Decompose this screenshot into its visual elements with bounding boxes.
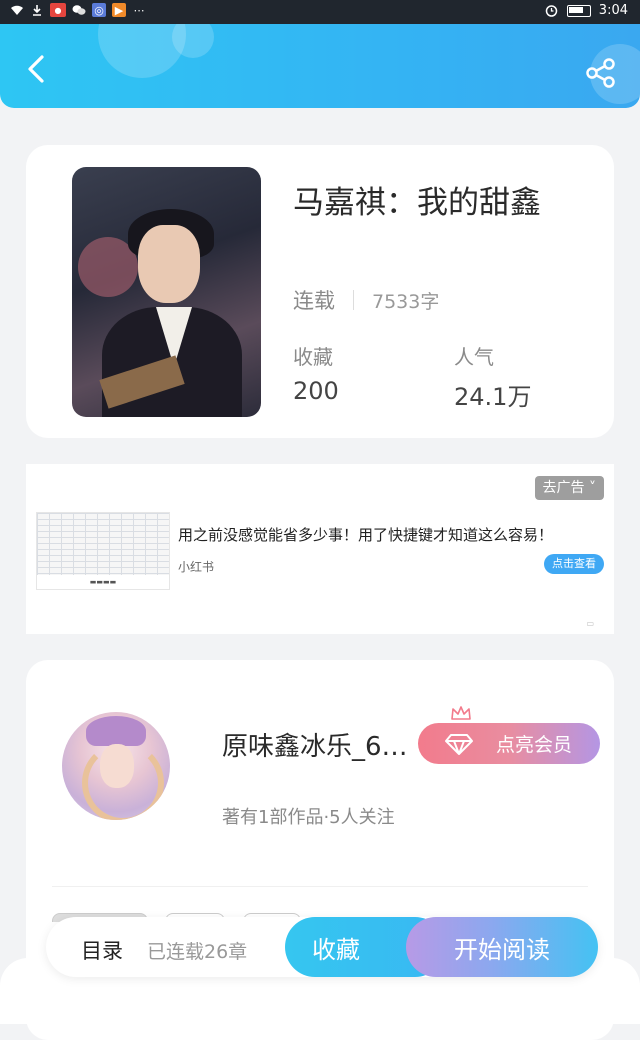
toc-button[interactable]: 目录 — [81, 935, 123, 965]
remove-ad-button[interactable]: 去广告 ˅ — [534, 476, 604, 500]
author-meta: 著有1部作品·5人关注 — [222, 807, 395, 828]
start-reading-label: 开始阅读 — [454, 935, 550, 964]
favorites-label: 收藏 — [293, 345, 333, 369]
spreadsheet-image — [37, 513, 169, 575]
ad-source: 小红书 — [178, 560, 215, 574]
chevron-down-icon: ˅ — [589, 480, 596, 496]
vip-button-label: 点亮会员 — [495, 734, 572, 756]
cover-art-face — [138, 225, 200, 303]
thumbnail-caption-decoration: ▬▬▬▬ — [37, 575, 169, 589]
book-info-card: 马嘉祺：我的甜鑫 连载 7533字 收藏 200 人气 24.1万 — [26, 145, 614, 438]
book-status-row: 连载 7533字 — [293, 285, 439, 315]
bottom-action-bar: 目录 已连载26章 收藏 开始阅读 — [46, 917, 598, 977]
share-button[interactable] — [584, 56, 618, 90]
ad-view-button[interactable]: 点击查看 — [544, 554, 604, 574]
remove-ad-label: 去广告 — [542, 480, 585, 496]
status-bar: ● ◎ ▶ ⋯ 3:04 — [0, 0, 640, 24]
reader-app-icon: ▶ — [112, 3, 126, 17]
news-app-icon: ● — [50, 3, 66, 17]
ad-thumbnail[interactable]: ▬▬▬▬ — [36, 512, 170, 590]
author-avatar[interactable] — [62, 712, 170, 820]
alarm-icon — [545, 4, 559, 18]
status-icons-left: ● ◎ ▶ ⋯ — [10, 3, 146, 17]
chapter-count: 已连载26章 — [147, 941, 248, 963]
more-notifications-icon: ⋯ — [133, 3, 145, 17]
status-time: 3:04 — [598, 3, 628, 18]
battery-icon — [566, 4, 591, 17]
popularity-label: 人气 — [454, 345, 494, 369]
header-bubble-decoration — [172, 24, 214, 58]
status-icons-right: 3:04 — [545, 3, 628, 18]
wechat-icon — [72, 3, 86, 17]
wifi-icon — [10, 3, 24, 17]
popularity-count: 24.1万 — [454, 383, 532, 411]
download-icon — [30, 3, 44, 17]
share-icon — [586, 58, 615, 88]
start-reading-button[interactable]: 开始阅读 — [406, 917, 598, 977]
avatar-art-face — [100, 744, 134, 788]
book-cover-image[interactable] — [72, 167, 261, 417]
ad-banner[interactable]: 去广告 ˅ ▬▬▬▬ 用之前没感觉能省多少事！用了快捷键才知道这么容易！ 小红书… — [26, 464, 614, 634]
author-name[interactable]: 原味鑫冰乐_6… — [222, 726, 408, 763]
back-button[interactable] — [22, 54, 52, 84]
diamond-icon — [445, 734, 473, 755]
divider — [353, 290, 354, 310]
ad-headline[interactable]: 用之前没感觉能省多少事！用了快捷键才知道这么容易！ — [178, 524, 553, 545]
chevron-left-icon — [28, 55, 44, 83]
word-count: 7533字 — [372, 290, 440, 313]
ad-mark-icon: ▭ — [586, 619, 594, 628]
crown-icon — [451, 706, 471, 720]
favorites-button-label: 收藏 — [312, 935, 360, 964]
serial-status: 连载 — [293, 289, 335, 313]
avatar-art-headdress — [86, 716, 146, 746]
app-icon: ◎ — [92, 3, 106, 17]
top-app-bar — [0, 24, 640, 108]
book-title: 马嘉祺：我的甜鑫 — [293, 185, 541, 221]
divider — [52, 886, 588, 887]
favorites-count: 200 — [293, 377, 339, 405]
